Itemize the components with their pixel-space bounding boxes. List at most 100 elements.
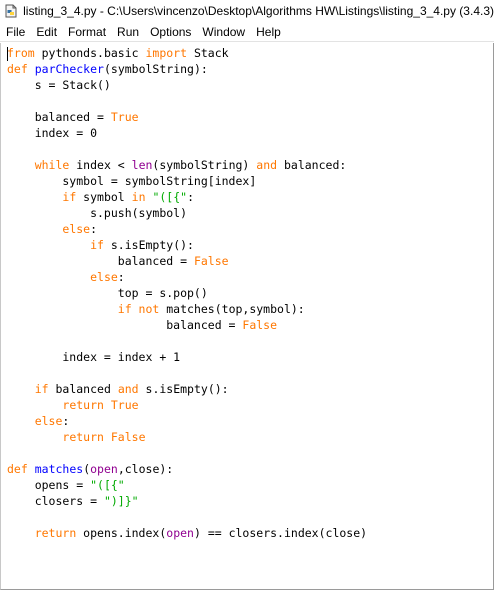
code-token: top = s.pop()	[7, 286, 208, 300]
keyword-token: from	[7, 46, 35, 60]
code-token: balanced =	[7, 110, 111, 124]
code-line[interactable]: if not matches(top,symbol):	[7, 301, 367, 317]
string-token: "([{"	[90, 478, 125, 492]
keyword-token: else	[62, 222, 91, 236]
keyword-token: False	[110, 430, 146, 444]
builtin-token: open	[166, 526, 194, 540]
keyword-token: True	[110, 398, 139, 412]
code-line[interactable]	[7, 141, 367, 157]
keyword-token: else	[34, 414, 63, 428]
code-token: s.push(symbol)	[7, 206, 188, 220]
string-token: ")]}"	[103, 494, 139, 508]
code-editor[interactable]: from pythonds.basic import Stack def parC…	[0, 43, 494, 590]
code-line[interactable]: return False	[7, 429, 367, 445]
code-line[interactable]: def parChecker(symbolString):	[7, 61, 367, 77]
code-line[interactable]: symbol = symbolString[index]	[7, 173, 367, 189]
code-line[interactable]: index = index + 1	[7, 349, 367, 365]
code-line[interactable]: return True	[7, 397, 367, 413]
string-token: "([{"	[152, 190, 188, 204]
code-line[interactable]: if s.isEmpty():	[7, 237, 367, 253]
code-line[interactable]: balanced = False	[7, 317, 367, 333]
code-token: pythonds.basic	[34, 46, 146, 60]
code-token: balanced =	[7, 254, 194, 268]
code-line[interactable]: top = s.pop()	[7, 285, 367, 301]
keyword-token: True	[110, 110, 139, 124]
code-line[interactable]: def matches(open,close):	[7, 461, 367, 477]
menu-options[interactable]: Options	[144, 25, 196, 39]
code-text[interactable]: from pythonds.basic import Stack def parC…	[7, 45, 367, 541]
code-line[interactable]: return opens.index(open) == closers.inde…	[7, 525, 367, 541]
code-line[interactable]: from pythonds.basic import Stack	[7, 45, 367, 61]
keyword-token: while	[34, 158, 70, 172]
code-line[interactable]: else:	[7, 221, 367, 237]
code-token: index = 0	[7, 126, 98, 140]
code-line[interactable]: index = 0	[7, 125, 367, 141]
python-file-icon[interactable]	[4, 3, 18, 19]
keyword-token: import	[145, 46, 188, 60]
menu-file[interactable]: File	[0, 25, 30, 39]
code-token: (symbolString):	[103, 62, 208, 76]
keyword-token: False	[193, 254, 229, 268]
code-line[interactable]: balanced = True	[7, 109, 367, 125]
code-token: balanced:	[277, 158, 347, 172]
keyword-token: and	[117, 382, 139, 396]
menu-bar: File Edit Format Run Options Window Help	[0, 22, 494, 42]
code-line[interactable]: while index < len(symbolString) and bala…	[7, 157, 367, 173]
builtin-token: len	[131, 158, 153, 172]
code-token: :	[62, 414, 70, 428]
menu-run[interactable]: Run	[111, 25, 144, 39]
code-line[interactable]: s.push(symbol)	[7, 205, 367, 221]
code-token: closers =	[7, 494, 104, 508]
keyword-token: and	[256, 158, 278, 172]
code-line[interactable]	[7, 509, 367, 525]
code-line[interactable]	[7, 445, 367, 461]
keyword-token: def	[7, 462, 28, 476]
code-token: balanced	[48, 382, 118, 396]
menu-format[interactable]: Format	[62, 25, 111, 39]
keyword-token: if	[90, 238, 104, 252]
code-token: matches(top,symbol):	[159, 302, 305, 316]
keyword-token: if	[34, 382, 49, 396]
menu-edit[interactable]: Edit	[30, 25, 62, 39]
code-token: :	[90, 222, 98, 236]
code-line[interactable]	[7, 333, 367, 349]
code-line[interactable]: if balanced and s.isEmpty():	[7, 381, 367, 397]
keyword-token: False	[242, 318, 278, 332]
code-line[interactable]: closers = ")]}"	[7, 493, 367, 509]
code-line[interactable]: else:	[7, 269, 367, 285]
keyword-token: else	[90, 270, 118, 284]
code-token: opens =	[7, 478, 91, 492]
keyword-token: return	[62, 398, 104, 412]
code-line[interactable]: s = Stack()	[7, 77, 367, 93]
keyword-token: return	[34, 526, 77, 540]
code-line[interactable]	[7, 365, 367, 381]
code-token: (symbolString)	[152, 158, 257, 172]
code-token: symbol	[76, 190, 132, 204]
code-line[interactable]: if symbol in "([{":	[7, 189, 367, 205]
menu-help[interactable]: Help	[250, 25, 286, 39]
code-line[interactable]: else:	[7, 413, 367, 429]
code-token: s = Stack()	[7, 78, 111, 92]
definition-token: matches	[34, 462, 84, 476]
code-line[interactable]: opens = "([{"	[7, 477, 367, 493]
code-token: :	[187, 190, 194, 204]
keyword-token: if	[62, 190, 77, 204]
code-token: ) == closers.index(close)	[193, 526, 368, 540]
keyword-token: in	[131, 190, 146, 204]
builtin-token: open	[90, 462, 118, 476]
code-line[interactable]: balanced = False	[7, 253, 367, 269]
title-bar: listing_3_4.py - C:\Users\vincenzo\Deskt…	[0, 0, 494, 22]
code-line[interactable]	[7, 93, 367, 109]
code-token: index = index + 1	[7, 350, 181, 364]
menu-window[interactable]: Window	[196, 25, 250, 39]
